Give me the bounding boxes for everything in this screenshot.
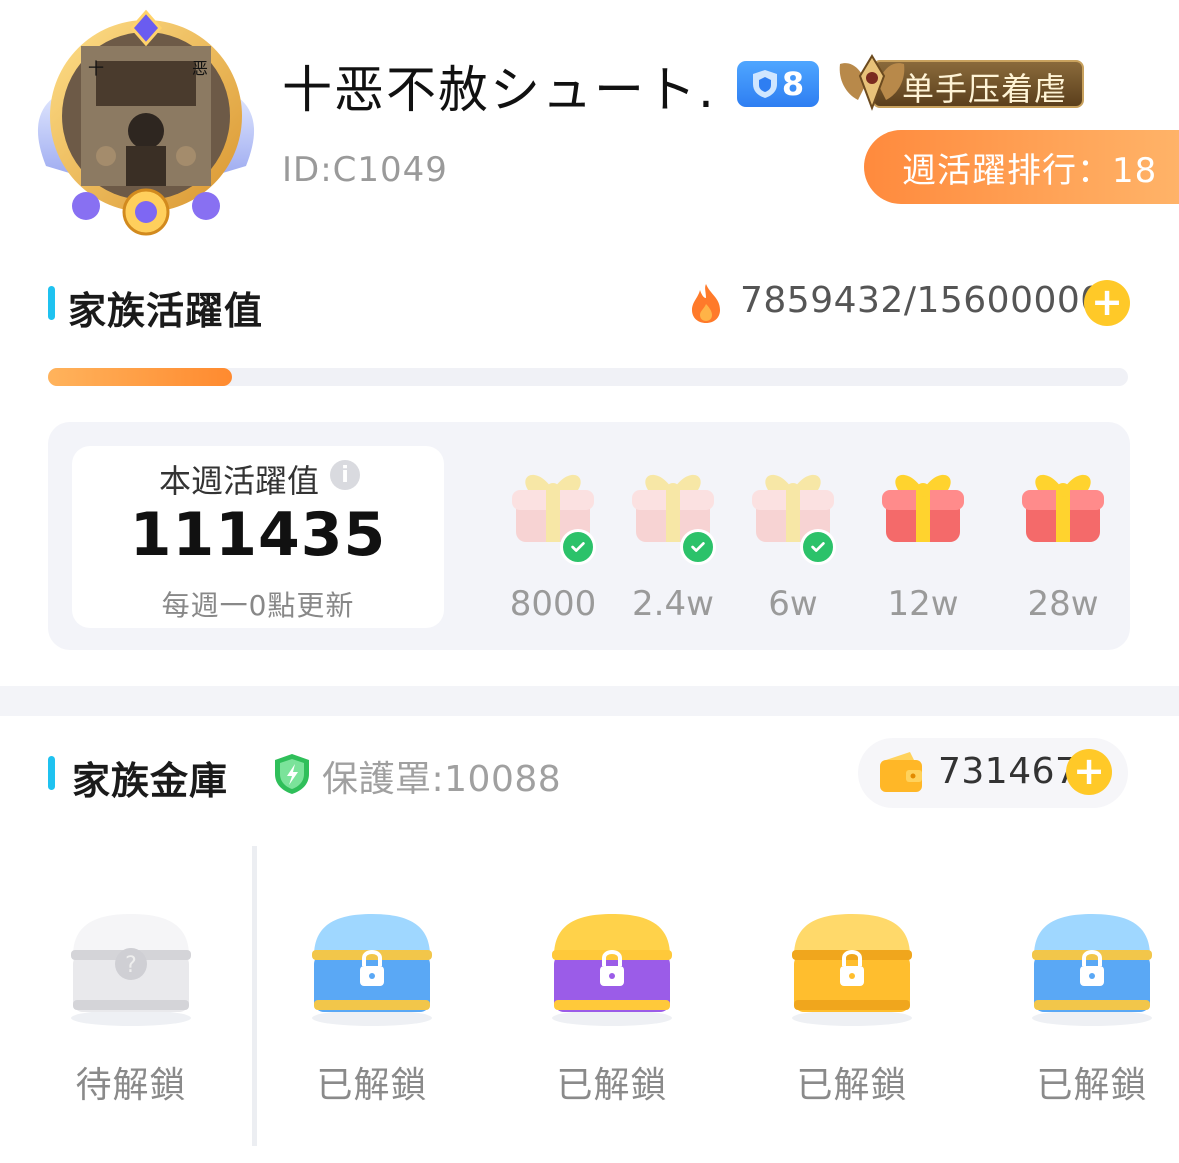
coin-value: 731467 <box>938 751 1079 792</box>
crest-icon <box>839 54 905 111</box>
level-number: 8 <box>781 65 805 103</box>
plus-icon: + <box>1073 749 1105 793</box>
treasure-chest-icon[interactable] <box>1024 904 1160 1028</box>
avatar-glyph-left: 十 <box>88 59 104 78</box>
add-activity-button[interactable]: + <box>1084 280 1130 326</box>
section-divider <box>0 686 1179 716</box>
treasure-chest-icon[interactable]: ? <box>63 904 199 1028</box>
check-icon <box>680 529 716 565</box>
check-icon <box>800 529 836 565</box>
level-badge: 8 <box>737 61 819 107</box>
weekly-activity-label-text: 本週活躍值 <box>158 462 319 500</box>
milestone-label: 12w <box>887 584 959 624</box>
milestone-label: 28w <box>1027 584 1099 624</box>
title-badge-label: 单手压着虐 <box>902 70 1068 108</box>
activity-progress-bar <box>48 368 1128 386</box>
activity-progress-fill <box>48 368 232 386</box>
info-icon[interactable]: i <box>330 460 360 490</box>
weekly-activity-label: 本週活躍值 <box>72 456 444 502</box>
protection-shield-icon <box>275 754 309 794</box>
chest-status-label: 已解鎖 <box>796 1065 908 1106</box>
milestone-gift-icon[interactable] <box>878 460 968 550</box>
vault-divider <box>252 846 257 1146</box>
flame-icon <box>692 284 720 323</box>
chest-status-label: 已解鎖 <box>556 1065 668 1106</box>
plus-icon: + <box>1091 280 1123 324</box>
chest-status-label: 已解鎖 <box>1036 1065 1148 1106</box>
wallet-icon <box>880 752 922 792</box>
svg-text:?: ? <box>125 953 137 978</box>
avatar-glyph-right: 恶 <box>192 59 208 78</box>
avatar[interactable]: 十 恶 <box>26 6 266 242</box>
weekly-activity-value: 111435 <box>129 500 387 570</box>
family-activity-title: 家族活躍值 <box>68 289 264 333</box>
milestone-label: 8000 <box>509 584 597 624</box>
treasure-chest-icon[interactable] <box>544 904 680 1028</box>
user-id: ID:C1049 <box>282 150 448 190</box>
milestone-gift-icon[interactable] <box>1018 460 1108 550</box>
section-accent-bar <box>48 756 55 790</box>
check-icon <box>560 529 596 565</box>
section-accent-bar <box>48 286 55 320</box>
treasure-chest-icon[interactable] <box>784 904 920 1028</box>
add-coins-button[interactable]: + <box>1066 749 1112 795</box>
milestone-label: 6w <box>768 584 818 624</box>
user-name: 十恶不赦シュート. <box>282 61 716 119</box>
family-treasury-title: 家族金庫 <box>72 759 229 803</box>
milestone-label: 2.4w <box>632 584 714 624</box>
treasure-chest-icon[interactable] <box>304 904 440 1028</box>
weekly-update-note: 每週一0點更新 <box>161 589 355 622</box>
weekly-rank-button[interactable]: 週活躍排行：18 <box>864 130 1179 204</box>
chest-status-label: 已解鎖 <box>316 1065 428 1106</box>
protection-value: 保護罩:10088 <box>322 759 562 800</box>
title-badge[interactable]: 单手压着虐 <box>832 50 1084 112</box>
level-shield-icon <box>752 70 777 98</box>
chest-status-label: 待解鎖 <box>75 1065 187 1106</box>
family-activity-count: 7859432/15600000 <box>740 280 1104 321</box>
